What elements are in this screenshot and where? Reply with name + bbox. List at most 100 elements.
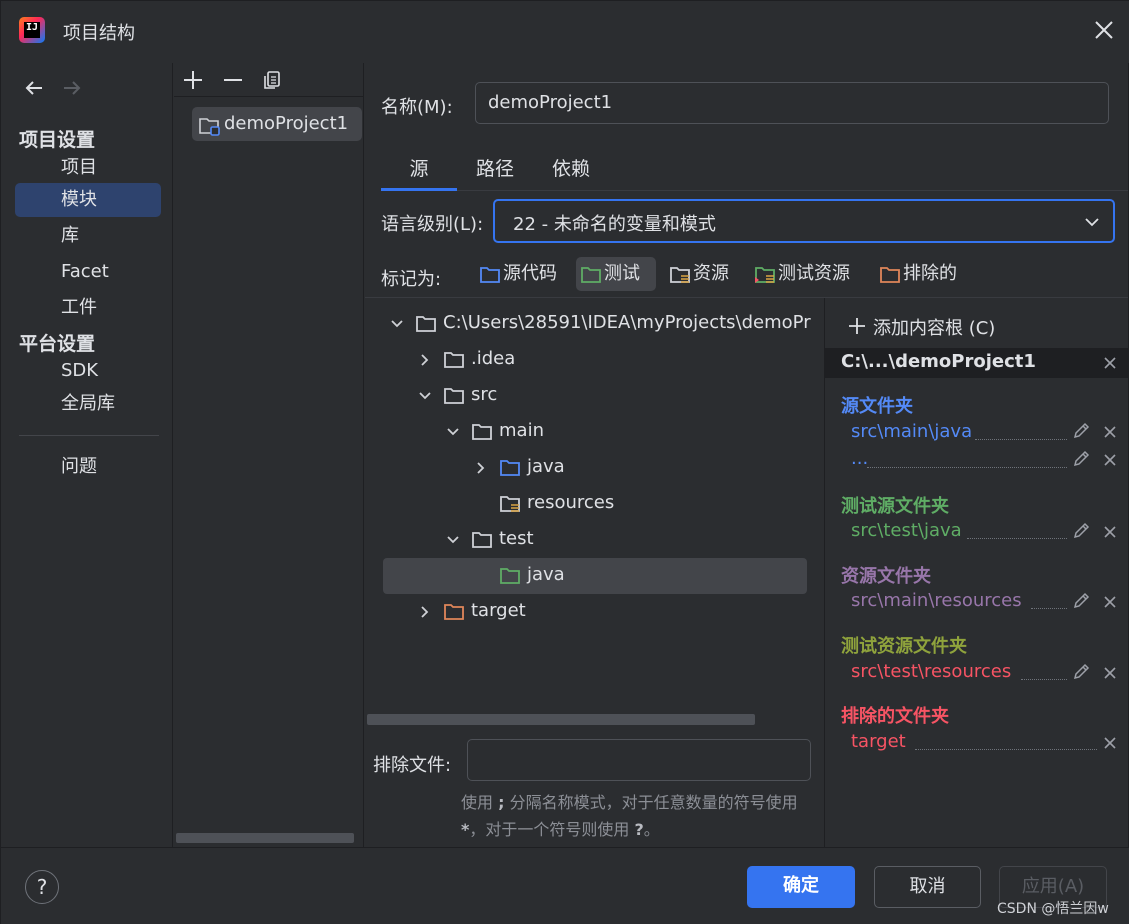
chevron-down-icon[interactable] xyxy=(417,388,433,404)
mark-sources-label: 源代码 xyxy=(503,263,557,284)
back-arrow-icon[interactable] xyxy=(23,77,45,99)
leader-dots xyxy=(867,467,1067,468)
chevron-down-icon[interactable] xyxy=(389,316,405,332)
exclude-files-hint: 使用 ; 分隔名称模式，对于任意数量的符号使用 *，对于一个符号则使用 ?。 xyxy=(461,793,798,839)
remove-icon[interactable] xyxy=(1103,666,1117,680)
chevron-right-icon[interactable] xyxy=(417,604,433,620)
name-input[interactable]: demoProject1 xyxy=(475,82,1109,124)
excluded-folders-title: 排除的文件夹 xyxy=(841,706,949,727)
excluded-folder-icon xyxy=(444,604,464,620)
chevron-right-icon[interactable] xyxy=(417,352,433,368)
tree-row[interactable]: src xyxy=(383,378,807,414)
remove-icon[interactable] xyxy=(1103,425,1117,439)
language-level-value: 22 - 未命名的变量和模式 xyxy=(513,214,716,235)
nav-item-global-libraries[interactable]: 全局库 xyxy=(15,387,161,421)
edit-icon[interactable] xyxy=(1071,449,1091,469)
tree-row[interactable]: C:\Users\28591\IDEA\myProjects\demoPr xyxy=(383,306,811,342)
mark-test-resources-label: 测试资源 xyxy=(778,263,850,284)
leader-dots xyxy=(1021,679,1067,680)
nav-item-facets[interactable]: Facet xyxy=(15,255,161,289)
forward-arrow-icon[interactable] xyxy=(61,77,83,99)
remove-icon[interactable] xyxy=(222,69,244,91)
chevron-down-icon xyxy=(1085,218,1099,227)
copy-icon[interactable] xyxy=(262,69,284,91)
remove-icon[interactable] xyxy=(1103,525,1117,539)
tree-row[interactable]: main xyxy=(383,414,807,450)
edit-icon[interactable] xyxy=(1071,521,1091,541)
directory-tree: C:\Users\28591\IDEA\myProjects\demoPr .i… xyxy=(365,298,823,728)
mark-sources-button[interactable]: 源代码 xyxy=(475,257,569,291)
test-source-folder-entry: src\test\java xyxy=(851,520,962,541)
platform-settings-header: 平台设置 xyxy=(19,333,96,355)
tab-paths[interactable]: 路径 xyxy=(457,151,533,191)
mark-resources-label: 资源 xyxy=(693,263,729,284)
watermark: CSDN @悟兰因w xyxy=(997,901,1109,917)
tree-row-label: .idea xyxy=(471,348,516,369)
tree-row[interactable]: .idea xyxy=(383,342,807,378)
test-resource-folders-title: 测试资源文件夹 xyxy=(841,636,967,657)
nav-item-libraries[interactable]: 库 xyxy=(15,219,161,253)
edit-icon[interactable] xyxy=(1071,662,1091,682)
cancel-button[interactable]: 取消 xyxy=(874,866,981,908)
nav-item-sdk[interactable]: SDK xyxy=(15,354,161,388)
nav-item-modules[interactable]: 模块 xyxy=(15,183,161,217)
remove-icon[interactable] xyxy=(1103,595,1117,609)
module-item[interactable]: demoProject1 xyxy=(192,107,362,141)
ok-button[interactable]: 确定 xyxy=(747,866,855,908)
test-resource-folder-entry: src\test\resources xyxy=(851,661,1012,682)
tab-sources[interactable]: 源 xyxy=(381,151,457,191)
language-level-select[interactable]: 22 - 未命名的变量和模式 xyxy=(493,199,1115,243)
tree-row[interactable]: target xyxy=(383,594,807,630)
close-icon[interactable] xyxy=(1091,17,1117,43)
tree-row-label: target xyxy=(471,600,526,621)
modules-scrollbar[interactable] xyxy=(176,833,354,843)
remove-root-icon[interactable] xyxy=(1103,356,1117,370)
mark-test-resources-button[interactable]: 测试资源 xyxy=(750,257,862,291)
nav-item-artifacts[interactable]: 工件 xyxy=(15,291,161,325)
edit-icon[interactable] xyxy=(1071,421,1091,441)
mark-tests-label: 测试 xyxy=(604,263,640,284)
exclude-files-input[interactable] xyxy=(467,739,811,781)
window-title: 项目结构 xyxy=(63,23,135,44)
mark-as-label: 标记为: xyxy=(381,269,442,290)
test-source-folders-title: 测试源文件夹 xyxy=(841,496,949,517)
chevron-right-icon[interactable] xyxy=(473,460,489,476)
exclude-files-label: 排除文件: xyxy=(373,755,452,776)
tab-dependencies[interactable]: 依赖 xyxy=(533,151,609,191)
tree-row[interactable]: test xyxy=(383,522,807,558)
chevron-down-icon[interactable] xyxy=(445,532,461,548)
nav-item-problems[interactable]: 问题 xyxy=(15,450,161,484)
modules-toolbar xyxy=(174,63,364,97)
plus-icon xyxy=(849,318,865,334)
tree-row[interactable]: resources xyxy=(383,486,807,522)
tree-row[interactable]: java xyxy=(383,450,807,486)
project-structure-dialog: IJ 项目结构 项目设置 项目 模块 库 Facet 工件 平台设置 SDK 全… xyxy=(0,0,1129,924)
test-folder-icon xyxy=(581,267,601,283)
excluded-folder-entry: target xyxy=(851,731,906,752)
name-label: 名称(M): xyxy=(381,97,453,118)
content-root-header: C:\...\demoProject1 xyxy=(825,348,1129,378)
add-icon[interactable] xyxy=(182,69,204,91)
resource-folder-entry: src\main\resources xyxy=(851,590,1022,611)
nav-item-project[interactable]: 项目 xyxy=(15,151,161,185)
test-folder-icon xyxy=(500,568,520,584)
edit-icon[interactable] xyxy=(1071,591,1091,611)
mark-tests-button[interactable]: 测试 xyxy=(576,257,656,291)
chevron-down-icon[interactable] xyxy=(445,424,461,440)
settings-nav: 项目设置 项目 模块 库 Facet 工件 平台设置 SDK 全局库 问题 xyxy=(3,63,173,847)
nav-divider xyxy=(19,435,159,436)
tree-row-selected[interactable]: java xyxy=(383,558,807,594)
tree-row-label: src xyxy=(471,384,498,405)
mark-excluded-button[interactable]: 排除的 xyxy=(875,257,969,291)
folder-icon xyxy=(472,532,492,548)
remove-icon[interactable] xyxy=(1103,736,1117,750)
dialog-footer: ? 确定 取消 应用(A) CSDN @悟兰因w xyxy=(1,847,1129,924)
add-content-root-label: 添加内容根 (C) xyxy=(873,318,996,339)
source-folders-title: 源文件夹 xyxy=(841,396,913,417)
folder-icon xyxy=(472,424,492,440)
help-button[interactable]: ? xyxy=(25,870,59,904)
mark-resources-button[interactable]: 资源 xyxy=(665,257,741,291)
remove-icon[interactable] xyxy=(1103,453,1117,467)
tree-horizontal-scrollbar[interactable] xyxy=(367,714,755,725)
tree-row-label: main xyxy=(499,420,544,441)
